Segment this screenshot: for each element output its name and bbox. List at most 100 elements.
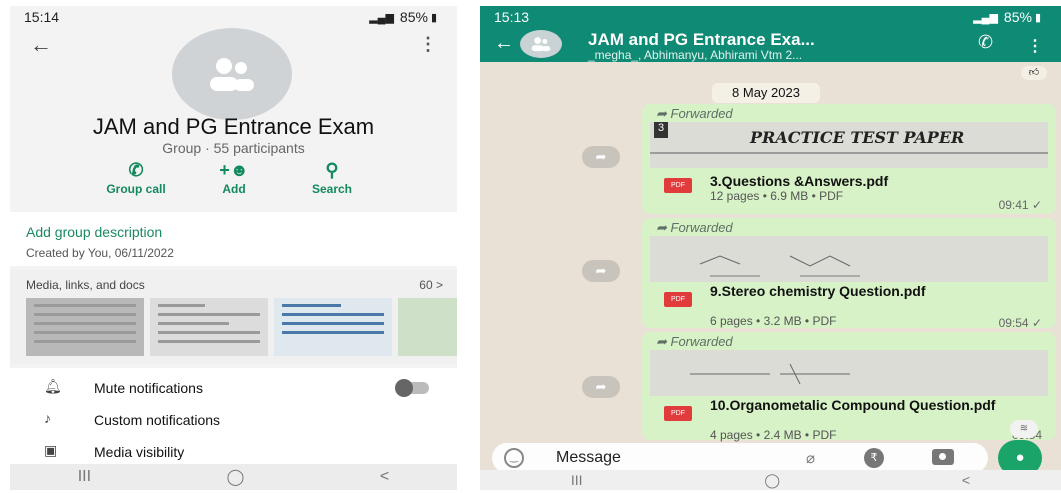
forward-icon[interactable]: ➦ xyxy=(582,146,620,168)
battery-icon: ▮ xyxy=(1034,11,1041,24)
message-time: 09:41 ✓ xyxy=(998,198,1042,212)
media-thumbnail[interactable] xyxy=(26,298,144,356)
chat-header: 15:13 ▂▄▆ 85% ▮ ← JAM and PG Entrance Ex… xyxy=(480,6,1061,62)
document-preview[interactable] xyxy=(650,350,1048,396)
preview-badge: 3 xyxy=(654,122,668,138)
message-time: 09:54 ✓ xyxy=(998,316,1042,330)
search-label: Search xyxy=(311,182,353,196)
battery-level: 85% xyxy=(399,9,428,25)
media-heading: Media, links, and docs xyxy=(26,278,145,292)
home-button[interactable]: ◯ xyxy=(764,472,780,489)
custom-notifications-label: Custom notifications xyxy=(94,412,221,428)
payment-icon[interactable]: ₹ xyxy=(864,448,884,468)
preview-title: PRACTICE TEST PAPER xyxy=(750,128,965,147)
media-card[interactable]: Media, links, and docs 60 > xyxy=(10,270,457,364)
battery-level: 85% xyxy=(1003,9,1032,25)
document-preview[interactable]: 3 PRACTICE TEST PAPER xyxy=(650,122,1048,168)
system-nav-bar: III ◯ < xyxy=(480,470,1061,490)
signal-icon: ▂▄▆ xyxy=(369,11,394,24)
group-avatar[interactable] xyxy=(172,28,292,120)
music-note-icon: ♪ xyxy=(44,410,51,426)
status-bar: 15:14 ▂▄▆ 85% ▮ xyxy=(10,6,457,28)
back-arrow-icon[interactable]: ← xyxy=(30,32,52,58)
forwarded-label: ➦ Forwarded xyxy=(656,220,733,235)
recents-button[interactable]: III xyxy=(78,468,91,486)
mute-notifications-label: Mute notifications xyxy=(94,380,203,396)
person-add-icon: +☻ xyxy=(219,160,249,180)
add-description-link[interactable]: Add group description xyxy=(26,224,162,240)
structure-sketch xyxy=(690,363,850,385)
forwarded-label: ➦ Forwarded xyxy=(656,334,733,349)
media-thumbnail[interactable] xyxy=(274,298,392,356)
custom-notifications-row[interactable]: ♪ Custom notifications xyxy=(10,404,457,436)
group-call-button[interactable]: ✆ Group call xyxy=(100,160,172,196)
file-meta: 6 pages • 3.2 MB • PDF xyxy=(710,314,837,328)
forward-icon[interactable]: ➦ xyxy=(582,376,620,398)
back-button[interactable]: < xyxy=(962,472,970,488)
call-add-icon: ✆ xyxy=(128,160,144,180)
bell-icon: 🔔︎ xyxy=(44,378,62,394)
mute-toggle[interactable] xyxy=(395,379,429,397)
message-bubble[interactable]: ➦ Forwarded PDF 9.Stereo chemistry Quest… xyxy=(642,218,1056,330)
media-thumbnail[interactable] xyxy=(150,298,268,356)
file-name: 10.Organometalic Compound Question.pdf xyxy=(710,397,996,413)
message-input-bar[interactable]: ‿ Message ⌀ ₹ xyxy=(492,443,988,473)
reaction-icon[interactable]: 👍︎ xyxy=(1021,66,1047,80)
pdf-icon: PDF xyxy=(664,178,692,193)
description-card: Add group description Created by You, 06… xyxy=(10,212,457,266)
structure-sketch xyxy=(699,255,860,277)
group-icon xyxy=(531,37,551,52)
camera-icon[interactable] xyxy=(932,449,954,465)
back-button[interactable]: < xyxy=(380,468,389,486)
more-options-icon[interactable]: ⋮ xyxy=(419,34,437,55)
message-bubble[interactable]: ➦ Forwarded 3 PRACTICE TEST PAPER PDF 3.… xyxy=(642,104,1056,214)
chat-title[interactable]: JAM and PG Entrance Exa... xyxy=(588,30,815,50)
chat-members: _megha_, Abhimanyu, Abhirami Vtm 2... xyxy=(588,48,803,62)
group-info-screen: 15:14 ▂▄▆ 85% ▮ ← ⋮ JAM and PG Entrance … xyxy=(10,6,457,490)
group-participants: Group · 55 participants xyxy=(162,140,305,156)
forwarded-label: ➦ Forwarded xyxy=(656,106,733,121)
date-chip: 8 May 2023 xyxy=(712,83,820,103)
emoji-icon[interactable]: ‿ xyxy=(504,448,524,468)
status-time: 15:13 xyxy=(494,9,530,25)
group-actions: ✆ Group call +☻ Add ⚲ Search xyxy=(100,160,394,196)
forward-icon[interactable]: ➦ xyxy=(582,260,620,282)
add-participant-button[interactable]: +☻ Add xyxy=(198,160,270,196)
status-bar: 15:13 ▂▄▆ 85% ▮ xyxy=(480,6,1061,28)
chat-screen: 15:13 ▂▄▆ 85% ▮ ← JAM and PG Entrance Ex… xyxy=(480,6,1061,490)
more-options-icon[interactable]: ⋮ xyxy=(1027,36,1043,56)
file-name: 3.Questions &Answers.pdf xyxy=(710,173,889,189)
group-avatar[interactable] xyxy=(520,30,562,58)
home-button[interactable]: ◯ xyxy=(227,467,245,487)
signal-icon: ▂▄▆ xyxy=(973,11,998,24)
status-time: 15:14 xyxy=(24,9,60,25)
recents-button[interactable]: III xyxy=(571,472,583,488)
media-visibility-label: Media visibility xyxy=(94,444,185,460)
attach-icon[interactable]: ⌀ xyxy=(806,449,815,467)
file-meta: 12 pages • 6.9 MB • PDF xyxy=(710,189,844,203)
media-count[interactable]: 60 > xyxy=(419,278,443,292)
message-bubble[interactable]: ➦ Forwarded PDF 10.Organometalic Compoun… xyxy=(642,332,1056,442)
file-meta: 4 pages • 2.4 MB • PDF xyxy=(710,428,837,442)
pdf-icon: PDF xyxy=(664,406,692,421)
media-thumbnail[interactable] xyxy=(398,298,457,356)
mute-notifications-row[interactable]: 🔔︎ Mute notifications xyxy=(10,372,457,404)
message-input[interactable]: Message xyxy=(556,449,621,467)
file-name: 9.Stereo chemistry Question.pdf xyxy=(710,283,926,299)
scroll-down-icon[interactable]: ≋ xyxy=(1010,420,1038,438)
created-by-text: Created by You, 06/11/2022 xyxy=(26,246,174,260)
back-arrow-icon[interactable]: ← xyxy=(494,32,514,55)
system-nav-bar: III ◯ < xyxy=(10,464,457,490)
search-icon: ⚲ xyxy=(325,160,339,180)
group-call-label: Group call xyxy=(106,182,166,196)
add-label: Add xyxy=(222,182,246,196)
pdf-icon: PDF xyxy=(664,292,692,307)
image-icon: ▣ xyxy=(44,442,58,458)
call-add-icon[interactable]: ✆ xyxy=(978,32,993,53)
battery-icon: ▮ xyxy=(430,11,437,24)
search-button[interactable]: ⚲ Search xyxy=(296,160,368,196)
document-preview[interactable] xyxy=(650,236,1048,282)
settings-list: 🔔︎ Mute notifications ♪ Custom notificat… xyxy=(10,368,457,468)
group-name: JAM and PG Entrance Exam xyxy=(92,114,375,139)
group-icon xyxy=(210,58,254,91)
